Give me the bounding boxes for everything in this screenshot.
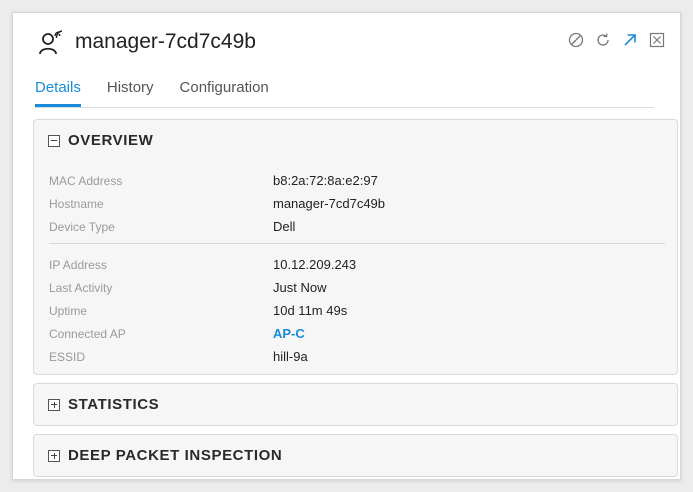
dpi-header[interactable]: DEEP PACKET INSPECTION <box>48 447 282 464</box>
tab-details[interactable]: Details <box>35 75 81 107</box>
statistics-section: STATISTICS <box>33 383 678 426</box>
detail-value: manager-7cd7c49b <box>273 196 386 211</box>
expand-icon[interactable] <box>621 31 639 49</box>
statistics-title: STATISTICS <box>68 396 160 413</box>
detail-value: b8:2a:72:8a:e2:97 <box>273 173 378 188</box>
connected-ap-link[interactable]: AP-C <box>273 326 305 341</box>
header-actions <box>567 31 666 49</box>
dpi-title: DEEP PACKET INSPECTION <box>68 447 283 464</box>
detail-value: Dell <box>273 219 296 234</box>
block-icon[interactable] <box>567 31 585 49</box>
tab-bar: Details History Configuration <box>35 75 654 108</box>
overview-header[interactable]: OVERVIEW <box>48 132 153 149</box>
client-hostname-title: manager-7cd7c49b <box>75 30 256 53</box>
dpi-section: DEEP PACKET INSPECTION <box>33 434 678 477</box>
expand-plus-icon[interactable] <box>48 449 60 462</box>
close-icon[interactable] <box>648 31 666 49</box>
detail-label: MAC Address <box>49 174 123 188</box>
tab-history[interactable]: History <box>107 75 154 107</box>
tab-configuration[interactable]: Configuration <box>180 75 269 107</box>
wireless-client-icon <box>39 30 63 55</box>
detail-label: Connected AP <box>49 327 126 341</box>
detail-label: Uptime <box>49 304 88 318</box>
detail-label: Hostname <box>49 197 104 211</box>
detail-label: IP Address <box>49 258 107 272</box>
detail-value: 10d 11m 49s <box>273 303 348 318</box>
overview-title: OVERVIEW <box>68 132 154 149</box>
detail-value: Just Now <box>273 280 327 295</box>
refresh-icon[interactable] <box>594 31 612 49</box>
client-detail-panel: manager-7cd7c49b Details History Configu… <box>12 12 681 480</box>
overview-section: OVERVIEW MAC Address b8:2a:72:8a:e2:97 H… <box>33 119 678 375</box>
detail-value: hill-9a <box>273 349 308 364</box>
statistics-header[interactable]: STATISTICS <box>48 396 159 413</box>
collapse-icon[interactable] <box>48 134 60 147</box>
detail-label: Device Type <box>49 220 115 234</box>
detail-label: ESSID <box>49 350 86 364</box>
divider <box>49 243 665 244</box>
detail-value: 10.12.209.243 <box>273 257 357 272</box>
detail-label: Last Activity <box>49 281 113 295</box>
expand-plus-icon[interactable] <box>48 398 60 411</box>
panel-header: manager-7cd7c49b <box>13 13 680 71</box>
